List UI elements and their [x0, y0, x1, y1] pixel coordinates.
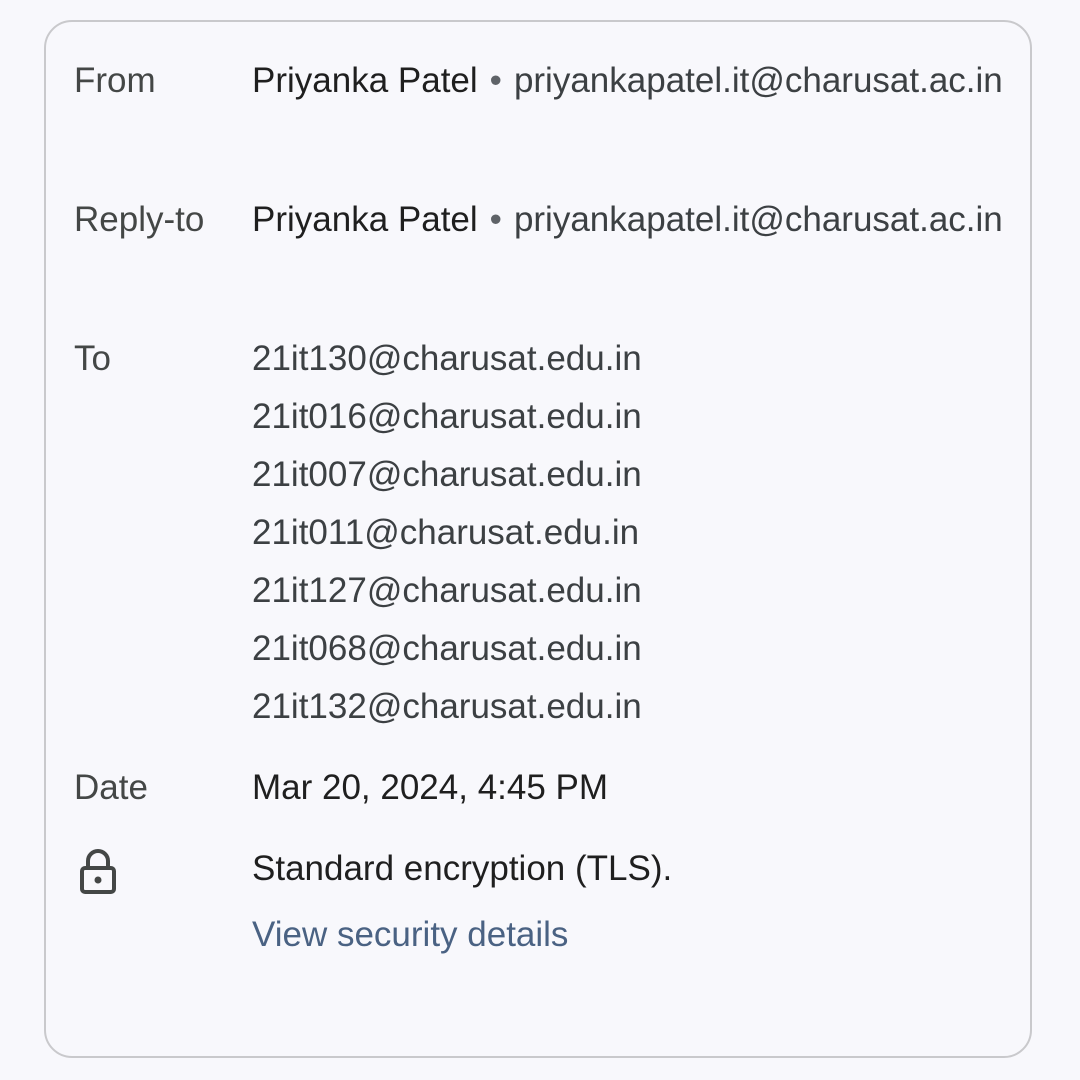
reply-to-email[interactable]: priyankapatel.it@charusat.ac.in [514, 200, 1003, 239]
recipient-email[interactable]: 21it127@charusat.edu.in [252, 562, 1010, 620]
from-email[interactable]: priyankapatel.it@charusat.ac.in [514, 61, 1003, 100]
message-details-card: From Priyanka Patel • priyankapatel.it@cha… [44, 20, 1032, 1058]
recipient-email[interactable]: 21it011@charusat.edu.in [252, 504, 1010, 562]
reply-to-label: Reply-to [74, 200, 205, 239]
security-value: Standard encryption (TLS). View security… [252, 840, 1010, 964]
from-label: From [74, 61, 156, 100]
encryption-text: Standard encryption (TLS). [252, 849, 673, 888]
recipient-email[interactable]: 21it068@charusat.edu.in [252, 620, 1010, 678]
to-recipients: 21it130@charusat.edu.in 21it016@charusat… [252, 330, 1010, 736]
to-label: To [74, 339, 111, 378]
from-separator: • [489, 61, 502, 100]
lock-icon [78, 848, 118, 896]
date-value: Mar 20, 2024, 4:45 PM [252, 768, 609, 807]
reply-to-separator: • [489, 200, 502, 239]
recipient-email[interactable]: 21it130@charusat.edu.in [252, 330, 1010, 388]
recipient-email[interactable]: 21it007@charusat.edu.in [252, 446, 1010, 504]
reply-to-value: Priyanka Patel • priyankapatel.it@charusat… [252, 191, 1010, 249]
view-security-details-link[interactable]: View security details [252, 915, 568, 954]
recipient-email[interactable]: 21it132@charusat.edu.in [252, 678, 1010, 736]
recipient-email[interactable]: 21it016@charusat.edu.in [252, 388, 1010, 446]
date-label: Date [74, 768, 148, 807]
from-name: Priyanka Patel [252, 61, 478, 100]
reply-to-name: Priyanka Patel [252, 200, 478, 239]
from-value: Priyanka Patel • priyankapatel.it@charusat… [252, 52, 1010, 110]
